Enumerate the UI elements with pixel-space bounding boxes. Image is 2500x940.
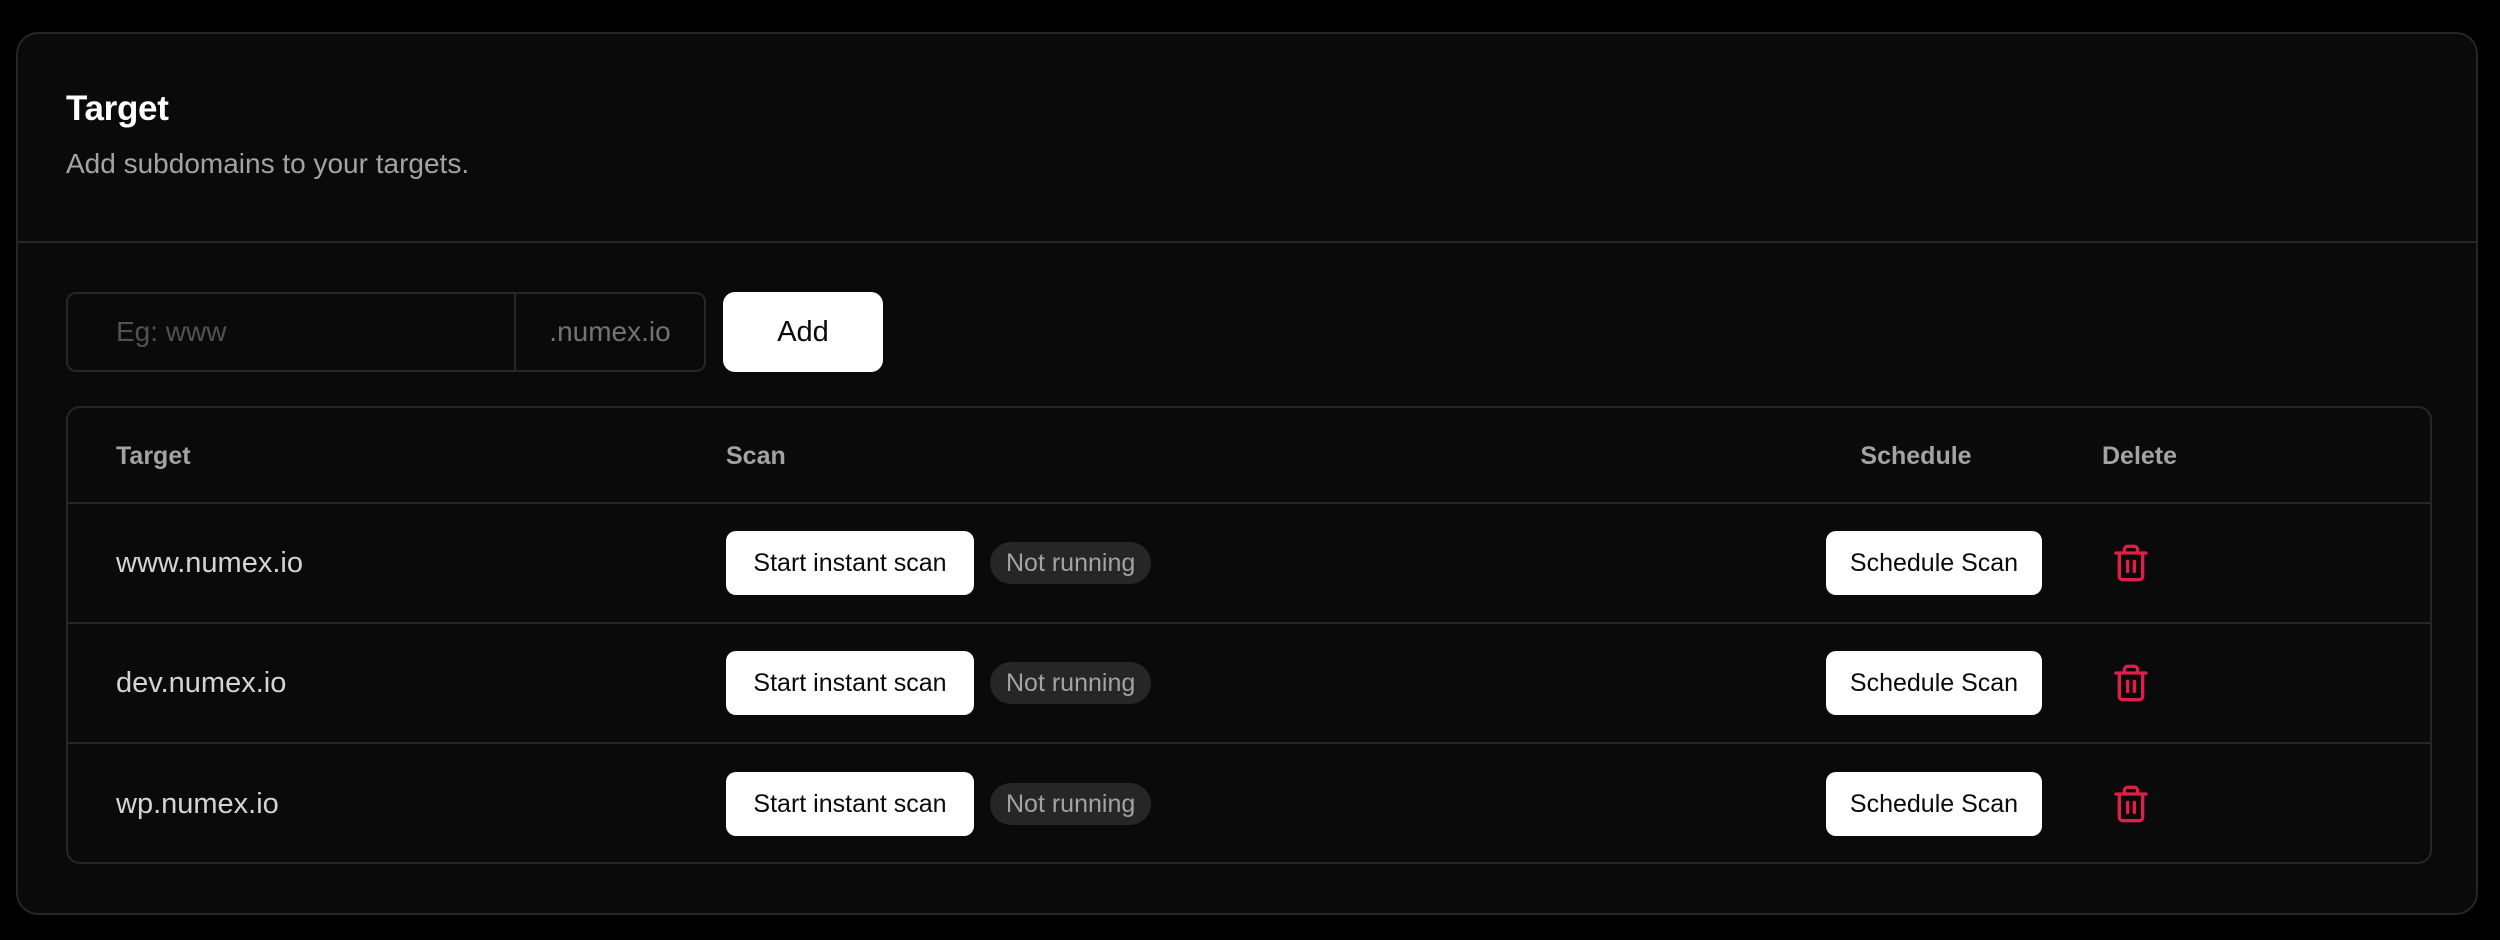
targets-table: Target Scan Schedule Delete www.numex.io… <box>66 406 2432 864</box>
delete-cell <box>2108 504 2154 622</box>
schedule-scan-button[interactable]: Schedule Scan <box>1826 772 2042 836</box>
start-instant-scan-button[interactable]: Start instant scan <box>726 651 974 715</box>
schedule-scan-button[interactable]: Schedule Scan <box>1826 531 2042 595</box>
schedule-cell: Schedule Scan <box>1826 744 2042 862</box>
table-row: dev.numex.io Start instant scan Not runn… <box>68 624 2430 744</box>
status-badge: Not running <box>990 662 1152 704</box>
schedule-scan-button[interactable]: Schedule Scan <box>1826 651 2042 715</box>
column-header-delete: Delete <box>2102 441 2178 470</box>
table-header: Target Scan Schedule Delete <box>68 408 2430 504</box>
add-button[interactable]: Add <box>723 292 883 372</box>
status-badge: Not running <box>990 542 1152 584</box>
subdomain-input-group: .numex.io <box>66 292 706 372</box>
card-description: Add subdomains to your targets. <box>66 148 470 179</box>
scan-cell: Start instant scan Not running <box>726 744 1152 862</box>
column-header-scan: Scan <box>726 441 786 470</box>
target-card: Target Add subdomains to your targets. .… <box>16 32 2478 915</box>
subdomain-input[interactable] <box>68 294 514 370</box>
trash-icon[interactable] <box>2108 658 2154 708</box>
delete-cell <box>2108 744 2154 862</box>
add-target-form: .numex.io Add <box>66 292 883 372</box>
table-row: www.numex.io Start instant scan Not runn… <box>68 504 2430 624</box>
start-instant-scan-button[interactable]: Start instant scan <box>726 531 974 595</box>
scan-cell: Start instant scan Not running <box>726 624 1152 742</box>
target-name: dev.numex.io <box>116 666 287 699</box>
schedule-cell: Schedule Scan <box>1826 504 2042 622</box>
domain-suffix: .numex.io <box>514 294 704 370</box>
scan-cell: Start instant scan Not running <box>726 504 1152 622</box>
table-row: wp.numex.io Start instant scan Not runni… <box>68 744 2430 862</box>
column-header-schedule: Schedule <box>1860 441 1972 470</box>
trash-icon[interactable] <box>2108 779 2154 829</box>
start-instant-scan-button[interactable]: Start instant scan <box>726 772 974 836</box>
trash-icon[interactable] <box>2108 538 2154 588</box>
delete-cell <box>2108 624 2154 742</box>
card-header: Target Add subdomains to your targets. <box>18 34 2476 243</box>
schedule-cell: Schedule Scan <box>1826 624 2042 742</box>
target-name: wp.numex.io <box>116 787 279 820</box>
status-badge: Not running <box>990 783 1152 825</box>
card-title: Target <box>66 89 169 128</box>
column-header-target: Target <box>116 441 191 470</box>
target-name: www.numex.io <box>116 546 303 579</box>
